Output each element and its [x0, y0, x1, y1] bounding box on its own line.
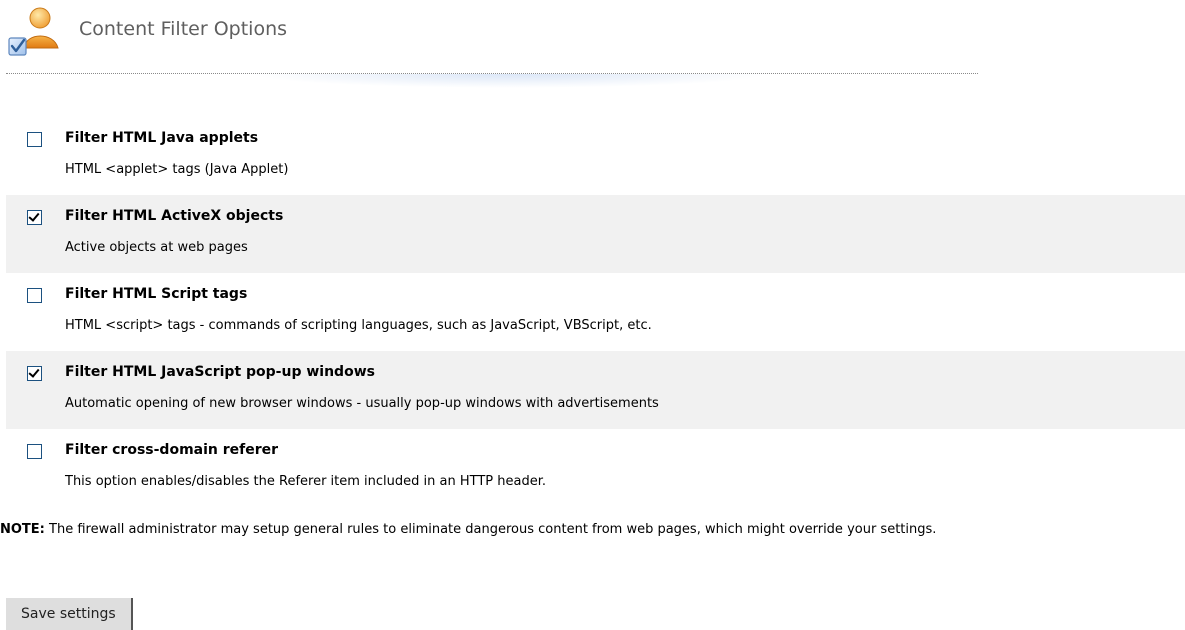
option-description: HTML <script> tags - commands of scripti…	[65, 318, 652, 333]
checkbox-popup-windows[interactable]	[27, 366, 42, 381]
option-title[interactable]: Filter HTML Script tags	[65, 286, 247, 302]
option-title[interactable]: Filter HTML JavaScript pop-up windows	[65, 364, 375, 380]
save-settings-button[interactable]: Save settings	[6, 598, 133, 630]
option-title[interactable]: Filter HTML Java applets	[65, 130, 258, 146]
page-title: Content Filter Options	[79, 18, 288, 40]
option-description: This option enables/disables the Referer…	[65, 474, 546, 489]
user-settings-icon	[8, 7, 59, 56]
option-script-tags: Filter HTML Script tags HTML <script> ta…	[6, 273, 1185, 351]
page-header: Content Filter Options	[6, 2, 706, 62]
option-description: Automatic opening of new browser windows…	[65, 396, 659, 411]
note-body: The firewall administrator may setup gen…	[44, 522, 937, 537]
option-java-applets: Filter HTML Java applets HTML <applet> t…	[6, 117, 1185, 195]
option-description: Active objects at web pages	[65, 240, 248, 255]
checkbox-script-tags[interactable]	[27, 288, 42, 303]
note-label: NOTE:	[0, 522, 45, 537]
checkbox-java-applets[interactable]	[27, 132, 42, 147]
filter-options-list: Filter HTML Java applets HTML <applet> t…	[6, 117, 1185, 507]
option-popup-windows: Filter HTML JavaScript pop-up windows Au…	[6, 351, 1185, 429]
option-title[interactable]: Filter HTML ActiveX objects	[65, 208, 283, 224]
option-description: HTML <applet> tags (Java Applet)	[65, 162, 289, 177]
option-title[interactable]: Filter cross-domain referer	[65, 442, 278, 458]
note-text: NOTE: The firewall administrator may set…	[0, 522, 936, 537]
option-activex-objects: Filter HTML ActiveX objects Active objec…	[6, 195, 1185, 273]
option-cross-domain-referer: Filter cross-domain referer This option …	[6, 429, 1185, 507]
divider-glow	[250, 74, 770, 88]
checkbox-activex-objects[interactable]	[27, 210, 42, 225]
checkbox-cross-domain-referer[interactable]	[27, 444, 42, 459]
